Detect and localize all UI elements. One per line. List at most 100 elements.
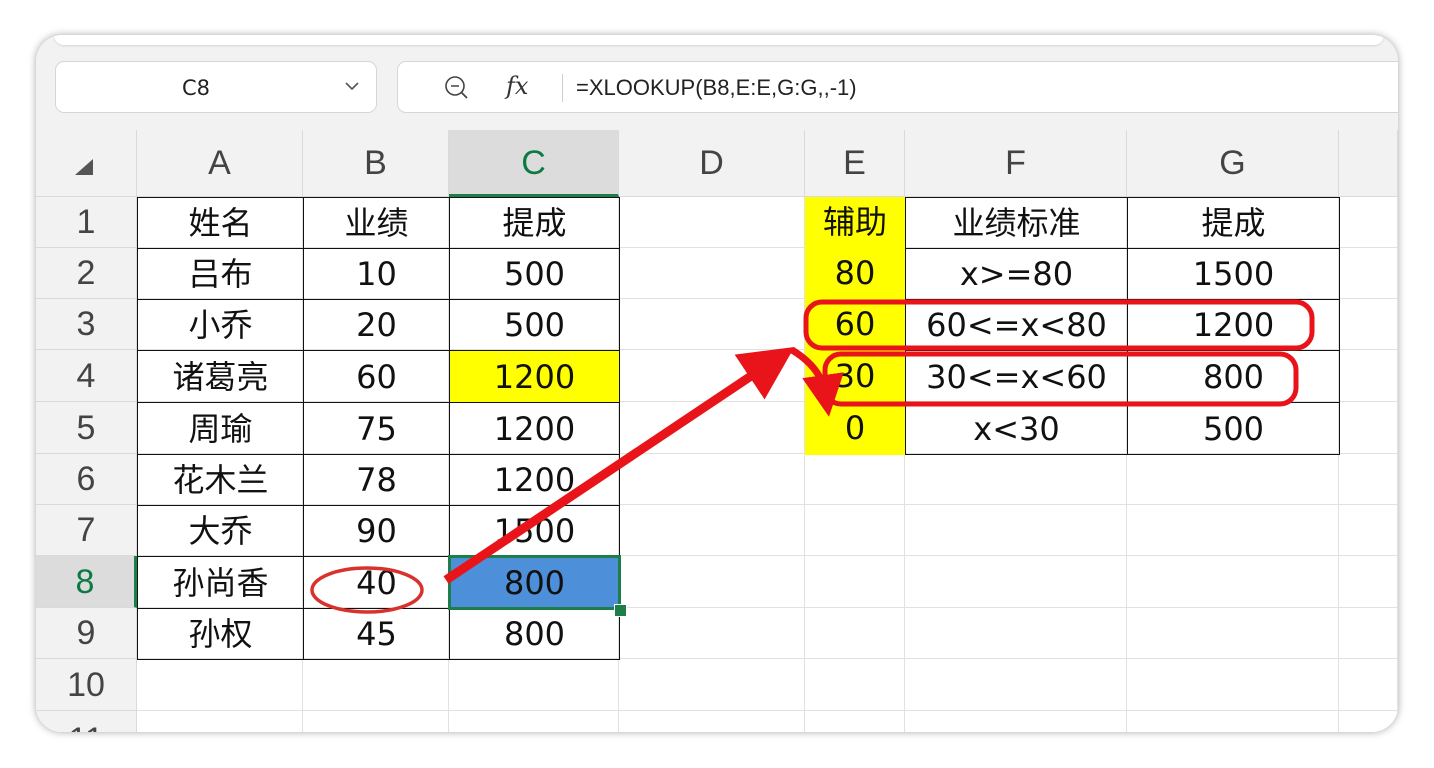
chevron-down-icon[interactable] [342,76,362,96]
table-cell[interactable]: 1200 [449,402,620,455]
table-cell[interactable]: 500 [449,299,620,351]
lookup-header-cell[interactable]: 辅助 [805,197,906,249]
sheet-grid[interactable]: ABCDEFG1234567891011姓名业绩提成吕布10500小乔20500… [36,130,1398,732]
lookup-cell[interactable]: 1200 [1127,299,1340,351]
grid-cell[interactable] [805,608,905,659]
formula-input[interactable]: =XLOOKUP(B8,E:E,G:G,,-1) [576,62,857,114]
column-header-c[interactable]: C [449,130,619,197]
table-cell[interactable]: 500 [449,248,620,300]
row-header-3[interactable]: 3 [36,299,137,350]
grid-cell[interactable] [619,299,805,350]
table-cell[interactable]: 10 [303,248,450,300]
grid-cell[interactable] [1339,248,1398,299]
table-cell[interactable]: 1200 [449,350,620,403]
table-cell[interactable]: 诸葛亮 [137,350,304,403]
table-cell[interactable]: 800 [449,608,620,660]
row-header-6[interactable]: 6 [36,454,137,505]
grid-cell[interactable] [1339,197,1398,248]
table-cell[interactable]: 90 [303,505,450,557]
grid-cell[interactable] [1127,659,1339,711]
grid-cell[interactable] [137,659,303,711]
table-cell[interactable]: 40 [303,556,450,609]
grid-cell[interactable] [619,197,805,248]
column-header-d[interactable]: D [619,130,805,197]
grid-cell[interactable] [1339,299,1398,350]
table-cell[interactable]: 小乔 [137,299,304,351]
grid-cell[interactable] [303,659,449,711]
grid-cell[interactable] [1127,454,1339,505]
row-header-5[interactable]: 5 [36,402,137,454]
grid-cell[interactable] [619,248,805,299]
grid-cell[interactable] [805,505,905,556]
grid-cell[interactable] [1339,454,1398,505]
column-header-b[interactable]: B [303,130,449,197]
grid-cell[interactable] [905,454,1127,505]
grid-cell[interactable] [1339,711,1398,732]
grid-cell[interactable] [619,608,805,659]
table-cell[interactable]: 75 [303,402,450,455]
row-header-1[interactable]: 1 [36,197,137,248]
row-header-8[interactable]: 8 [36,556,137,608]
grid-cell[interactable] [805,556,905,608]
table-header-cell[interactable]: 业绩 [303,197,450,249]
grid-cell[interactable] [905,711,1127,732]
grid-cell[interactable] [1339,350,1398,402]
table-cell[interactable]: 1200 [449,454,620,506]
lookup-cell[interactable]: 0 [805,402,906,455]
grid-cell[interactable] [1127,505,1339,556]
grid-cell[interactable] [1339,659,1398,711]
table-cell[interactable]: 20 [303,299,450,351]
lookup-cell[interactable]: 30<=x<60 [905,350,1128,403]
grid-cell[interactable] [1127,608,1339,659]
lookup-cell[interactable]: 80 [805,248,906,300]
table-cell[interactable]: 800 [449,556,620,609]
grid-cell[interactable] [805,659,905,711]
table-cell[interactable]: 78 [303,454,450,506]
zoom-out-icon[interactable] [444,75,470,101]
grid-cell[interactable] [619,350,805,402]
grid-cell[interactable] [303,711,449,732]
grid-cell[interactable] [905,556,1127,608]
grid-cell[interactable] [905,505,1127,556]
column-header-g[interactable]: G [1127,130,1339,197]
fill-handle[interactable] [614,604,627,617]
row-header-10[interactable]: 10 [36,659,137,711]
grid-cell[interactable] [619,711,805,732]
table-cell[interactable]: 孙权 [137,608,304,660]
grid-cell[interactable] [1127,556,1339,608]
lookup-cell[interactable]: 30 [805,350,906,403]
lookup-header-cell[interactable]: 业绩标准 [905,197,1128,249]
table-cell[interactable]: 1500 [449,505,620,557]
lookup-cell[interactable]: x<30 [905,402,1128,455]
grid-cell[interactable] [805,711,905,732]
table-header-cell[interactable]: 提成 [449,197,620,249]
grid-cell[interactable] [449,711,619,732]
row-header-2[interactable]: 2 [36,248,137,299]
column-header-f[interactable]: F [905,130,1127,197]
table-cell[interactable]: 花木兰 [137,454,304,506]
table-cell[interactable]: 吕布 [137,248,304,300]
column-header-a[interactable]: A [137,130,303,197]
lookup-cell[interactable]: 500 [1127,402,1340,455]
grid-cell[interactable] [1339,556,1398,608]
grid-cell[interactable] [619,402,805,454]
grid-cell[interactable] [905,659,1127,711]
formula-bar[interactable]: fx =XLOOKUP(B8,E:E,G:G,,-1) [397,61,1398,113]
lookup-cell[interactable]: x>=80 [905,248,1128,300]
select-all-corner[interactable] [36,130,137,197]
lookup-cell[interactable]: 800 [1127,350,1340,403]
lookup-cell[interactable]: 1500 [1127,248,1340,300]
lookup-cell[interactable]: 60<=x<80 [905,299,1128,351]
row-header-4[interactable]: 4 [36,350,137,402]
name-box[interactable]: C8 [55,61,377,113]
grid-cell[interactable] [137,711,303,732]
grid-cell[interactable] [1339,402,1398,454]
table-cell[interactable]: 45 [303,608,450,660]
lookup-header-cell[interactable]: 提成 [1127,197,1340,249]
grid-cell[interactable] [619,659,805,711]
grid-cell[interactable] [619,556,805,608]
lookup-cell[interactable]: 60 [805,299,906,351]
grid-cell[interactable] [619,505,805,556]
grid-cell[interactable] [1339,608,1398,659]
grid-cell[interactable] [905,608,1127,659]
